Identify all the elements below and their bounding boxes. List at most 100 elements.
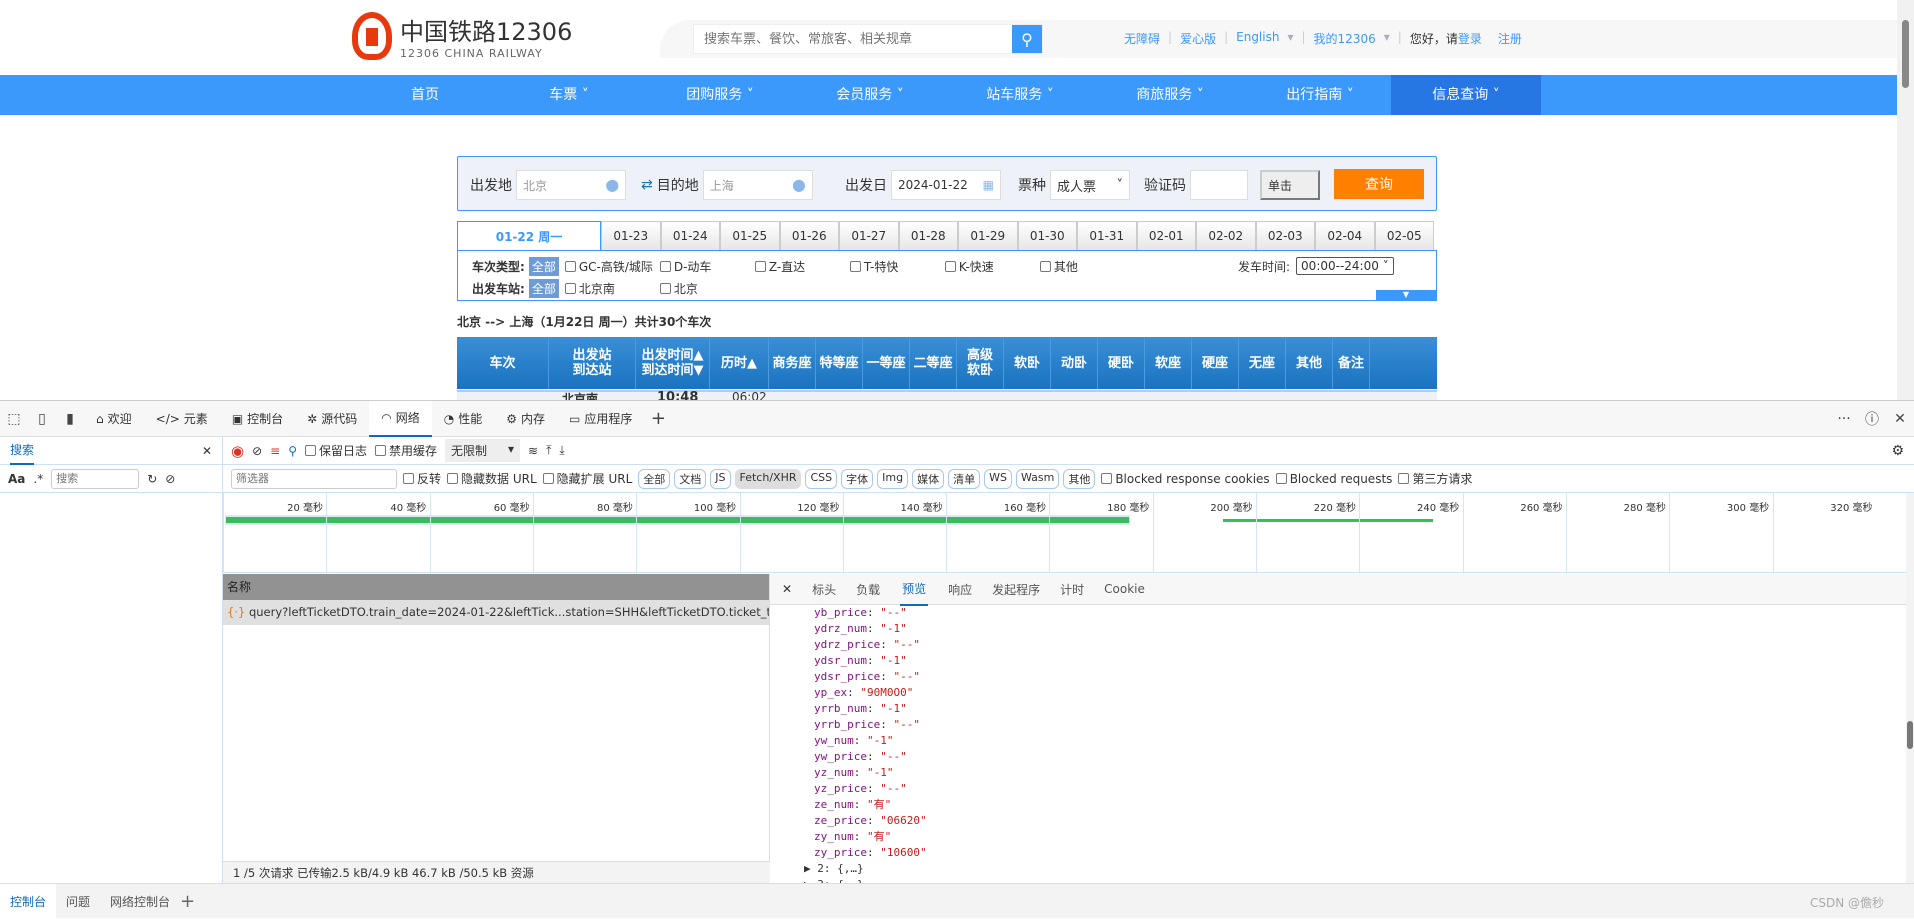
network-conditions-icon[interactable]: ≋: [528, 444, 538, 458]
station-all[interactable]: 全部: [528, 279, 559, 298]
add-tab-icon[interactable]: +: [644, 408, 672, 429]
detail-tab[interactable]: 预览: [900, 573, 929, 606]
search-tab[interactable]: 搜索: [10, 436, 35, 465]
nav-business[interactable]: 商旅服务 ˅: [1095, 75, 1245, 115]
close-detail-icon[interactable]: ✕: [782, 582, 792, 596]
network-timeline[interactable]: 20 毫秒 40 毫秒 60 毫秒 80 毫秒 100 毫秒 120 毫秒 140 毫秒 16…: [223, 493, 1906, 573]
filter-icon[interactable]: ≡: [270, 444, 280, 458]
date-tab[interactable]: 01-23: [601, 221, 661, 250]
date-tab[interactable]: 02-02: [1196, 221, 1256, 250]
collapse-toggle[interactable]: ▼: [1376, 290, 1436, 300]
nav-member[interactable]: 会员服务 ˅: [795, 75, 945, 115]
detail-tab[interactable]: 发起程序: [992, 581, 1040, 598]
nav-group[interactable]: 团购服务 ˅: [645, 75, 795, 115]
type-filter-chip[interactable]: Fetch/XHR: [734, 468, 802, 489]
tab-memory[interactable]: ⚙ 内存: [494, 401, 557, 437]
detail-tab[interactable]: 计时: [1060, 581, 1084, 598]
date-input[interactable]: 2024-01-22 ▦: [891, 170, 1001, 200]
type-filter-chip[interactable]: WS: [984, 468, 1012, 489]
date-tab[interactable]: 01-27: [839, 221, 899, 250]
drawer-tab-issues[interactable]: 问题: [56, 893, 100, 910]
drawer-tab-network-console[interactable]: 网络控制台: [100, 893, 180, 910]
date-tab[interactable]: 01-28: [898, 221, 958, 250]
add-drawer-tab-icon[interactable]: +: [180, 891, 195, 912]
tab-sources[interactable]: ✲ 源代码: [295, 401, 369, 437]
refresh-icon[interactable]: ↻: [147, 472, 157, 486]
date-tab[interactable]: 02-04: [1315, 221, 1375, 250]
nav-guide[interactable]: 出行指南 ˅: [1245, 75, 1395, 115]
detail-tab[interactable]: 响应: [948, 581, 972, 598]
nav-tickets[interactable]: 车票 ˅: [494, 75, 644, 115]
clear-log-icon[interactable]: ⊘: [252, 444, 262, 458]
invert-checkbox[interactable]: 反转: [403, 470, 441, 487]
throttle-select[interactable]: 无限制 ▾: [445, 439, 521, 462]
help-icon[interactable]: ⓘ: [1858, 409, 1886, 429]
type-k[interactable]: K-快速: [944, 258, 1040, 275]
column-header[interactable]: 出发时间▲ 到达时间▼: [636, 337, 710, 389]
type-t[interactable]: T-特快: [849, 258, 945, 275]
station-beijingnan[interactable]: 北京南: [564, 280, 660, 297]
panel-icon[interactable]: ▮: [56, 411, 84, 427]
hide-ext-url-checkbox[interactable]: 隐藏扩展 URL: [542, 470, 632, 487]
json-collapsed-item[interactable]: ▶ 2: {,…}: [770, 861, 1906, 877]
table-row[interactable]: 北京南 10:48 06:02: [457, 390, 1437, 400]
column-header[interactable]: 出发站 到达站: [549, 337, 636, 389]
clear-icon[interactable]: ⊘: [165, 472, 175, 486]
tab-network[interactable]: ◠ 网络: [369, 400, 432, 437]
blocked-cookies-checkbox[interactable]: Blocked response cookies: [1101, 472, 1270, 486]
search-input[interactable]: [51, 468, 140, 489]
type-gc[interactable]: GC-高铁/城际: [564, 258, 660, 275]
type-filter-chip[interactable]: 清单: [948, 468, 981, 489]
query-button[interactable]: 查询: [1334, 169, 1424, 199]
login-link[interactable]: 登录: [1458, 30, 1482, 47]
disable-cache-checkbox[interactable]: 禁用缓存: [375, 442, 437, 459]
type-other[interactable]: 其他: [1039, 258, 1078, 275]
depart-time-select[interactable]: 00:00--24:00 ˅: [1296, 257, 1394, 275]
type-filter-chip[interactable]: JS: [710, 468, 731, 489]
tab-application[interactable]: ▭ 应用程序: [557, 401, 644, 437]
detail-scrollbar[interactable]: [1906, 493, 1914, 884]
export-icon[interactable]: ⤓: [559, 443, 564, 458]
hide-data-url-checkbox[interactable]: 隐藏数据 URL: [447, 470, 537, 487]
type-filter-chip[interactable]: 其他: [1063, 468, 1096, 489]
type-all[interactable]: 全部: [528, 257, 559, 276]
date-tab[interactable]: 01-24: [660, 221, 720, 250]
close-devtools-icon[interactable]: ✕: [1886, 411, 1914, 427]
type-filter-chip[interactable]: 文档: [674, 468, 707, 489]
tab-elements[interactable]: </> 元素: [144, 401, 220, 437]
date-tab[interactable]: 01-25: [720, 221, 780, 250]
from-input[interactable]: 北京 ⬤: [516, 170, 626, 200]
column-header[interactable]: 历时▲: [710, 337, 769, 389]
match-case-button[interactable]: Aa: [8, 472, 25, 486]
link-my12306[interactable]: 我的12306: [1314, 30, 1376, 47]
device-icon[interactable]: ▯: [28, 411, 56, 427]
date-tab[interactable]: 02-05: [1374, 221, 1434, 250]
detail-tab[interactable]: 负载: [856, 581, 880, 598]
station-beijing[interactable]: 北京: [659, 280, 698, 297]
inspect-icon[interactable]: ⬚: [0, 411, 28, 427]
link-english[interactable]: English: [1236, 30, 1279, 47]
link-accessibility[interactable]: 无障碍: [1124, 30, 1160, 47]
date-tab[interactable]: 02-03: [1255, 221, 1315, 250]
blocked-requests-checkbox[interactable]: Blocked requests: [1275, 472, 1392, 486]
close-icon[interactable]: ✕: [202, 444, 212, 458]
site-search-input[interactable]: [694, 25, 1012, 53]
type-filter-chip[interactable]: 媒体: [912, 468, 945, 489]
nav-home[interactable]: 首页: [350, 75, 500, 115]
name-column-header[interactable]: 名称: [223, 574, 769, 600]
request-row[interactable]: {·} query?leftTicketDTO.train_date=2024-…: [223, 600, 769, 625]
page-scrollbar[interactable]: [1897, 0, 1914, 400]
detail-tab[interactable]: Cookie: [1104, 582, 1145, 596]
tab-performance[interactable]: ◔ 性能: [432, 401, 495, 437]
date-tab[interactable]: 02-01: [1136, 221, 1196, 250]
type-filter-chip[interactable]: CSS: [805, 468, 838, 489]
type-z[interactable]: Z-直达: [754, 258, 850, 275]
captcha-input[interactable]: [1190, 170, 1248, 200]
settings-icon[interactable]: ⚙: [1891, 443, 1904, 459]
search-button[interactable]: ⚲: [1012, 25, 1042, 53]
nav-info[interactable]: 信息查询 ˅: [1391, 75, 1541, 115]
date-tab[interactable]: 01-26: [779, 221, 839, 250]
type-filter-chip[interactable]: Img: [877, 468, 909, 489]
date-tab[interactable]: 01-29: [958, 221, 1018, 250]
type-filter-chip[interactable]: 字体: [841, 468, 874, 489]
